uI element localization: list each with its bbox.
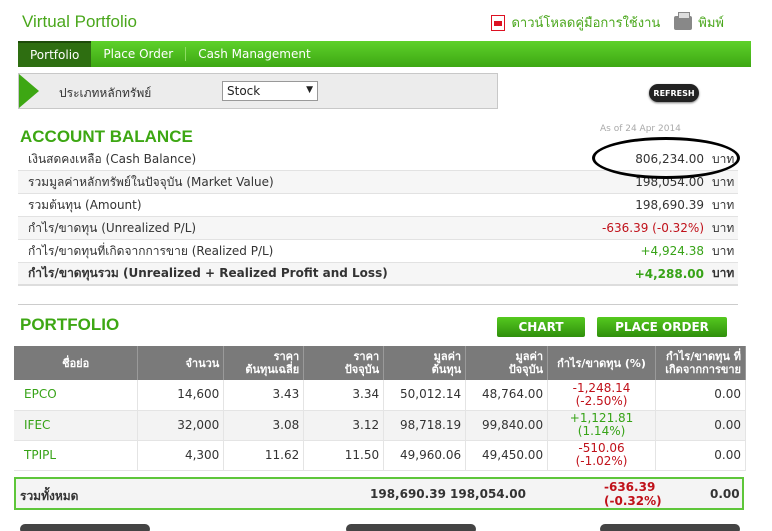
print-link[interactable]: พิมพ์	[698, 12, 724, 33]
balance-label: กำไร/ขาดทุนรวม (Unrealized + Realized Pr…	[28, 266, 388, 280]
refresh-button[interactable]: REFRESH	[649, 84, 699, 102]
balance-label: กำไร/ขาดทุนที่เกิดจากการขาย (Realized P/…	[28, 243, 274, 258]
symbol-link[interactable]: IFEC	[14, 410, 139, 441]
column-header-market-value[interactable]: มูลค่า ปัจจุบัน	[465, 346, 549, 380]
market-value-cell: 48,764.00	[465, 380, 549, 411]
balance-value: +4,288.00	[634, 266, 704, 281]
annotation-ellipse	[592, 137, 740, 179]
top-links: ดาวน์โหลดคู่มือการใช้งาน พิมพ์	[491, 11, 724, 33]
cost-value-cell: 50,012.14	[383, 380, 467, 411]
realized-cell: 0.00	[655, 380, 746, 411]
qty-cell: 14,600	[137, 380, 225, 411]
security-type-filter: ประเภทหลักทรัพย์ Stock ▼	[18, 73, 498, 109]
column-header-pl[interactable]: กำไร/ขาดทุน (%)	[547, 346, 657, 380]
balance-unit: บาท	[712, 266, 735, 280]
portfolio-total-row: รวมทั้งหมด 198,690.39 198,054.00 -636.39…	[14, 477, 744, 510]
tab-place-order[interactable]: Place Order	[91, 41, 185, 67]
total-realized: 0.00	[710, 487, 740, 501]
table-header-row: ชื่อย่อ จำนวน ราคา ต้นทุนเฉลี่ย ราคา ปัจจุ…	[14, 346, 746, 380]
security-type-value: Stock	[227, 84, 261, 98]
arrow-icon	[19, 74, 39, 108]
column-header-symbol[interactable]: ชื่อย่อ	[14, 346, 139, 380]
pdf-icon[interactable]	[491, 14, 506, 31]
balance-value: +4,924.38	[640, 244, 705, 258]
column-header-qty[interactable]: จำนวน	[137, 346, 225, 380]
column-header-realized[interactable]: กำไร/ขาดทุน ที่ เกิดจากการขาย	[655, 346, 746, 380]
pl-cell: -510.06 (-1.02%)	[547, 440, 657, 471]
top-bar: Virtual Portfolio ดาวน์โหลดคู่มือการใช้ง…	[0, 0, 772, 40]
cost-value-cell: 49,960.06	[383, 440, 467, 471]
security-type-label: ประเภทหลักทรัพย์	[59, 86, 152, 100]
balance-label: กำไร/ขาดทุน (Unrealized P/L)	[28, 220, 197, 235]
price-cell: 3.12	[303, 410, 385, 441]
market-value-cell: 99,840.00	[465, 410, 549, 441]
bottom-button-right[interactable]	[600, 524, 740, 531]
security-type-select[interactable]: Stock ▼	[222, 81, 318, 101]
qty-cell: 32,000	[137, 410, 225, 441]
bottom-button-middle[interactable]	[346, 524, 476, 531]
balance-row-amount: รวมต้นทุน (Amount) 198,690.39 บาท	[18, 194, 738, 217]
symbol-link[interactable]: EPCO	[14, 380, 139, 411]
tab-cash-management[interactable]: Cash Management	[186, 41, 322, 67]
balance-label: รวมต้นทุน (Amount)	[28, 197, 142, 212]
column-header-avg-cost[interactable]: ราคา ต้นทุนเฉลี่ย	[223, 346, 305, 380]
balance-unit: บาท	[712, 174, 735, 189]
price-cell: 11.50	[303, 440, 385, 471]
balance-value: 198,690.39	[635, 198, 704, 212]
column-header-cost-value[interactable]: มูลค่า ต้นทุน	[383, 346, 467, 380]
tab-portfolio[interactable]: Portfolio	[18, 41, 92, 67]
section-divider	[18, 304, 738, 305]
balance-label: เงินสดคงเหลือ (Cash Balance)	[28, 151, 197, 166]
pl-cell: +1,121.81 (1.14%)	[547, 410, 657, 441]
market-value-cell: 49,450.00	[465, 440, 549, 471]
chart-button[interactable]: CHART	[497, 317, 585, 337]
cost-value-cell: 98,718.19	[383, 410, 467, 441]
total-label: รวมทั้งหมด	[20, 489, 79, 503]
balance-row-realized: กำไร/ขาดทุนที่เกิดจากการขาย (Realized P/…	[18, 240, 738, 263]
total-pl: -636.39 (-0.32%)	[604, 480, 662, 508]
realized-cell: 0.00	[655, 410, 746, 441]
balance-value: -636.39 (-0.32%)	[602, 221, 704, 235]
avg-cost-cell: 3.08	[223, 410, 305, 441]
qty-cell: 4,300	[137, 440, 225, 471]
balance-unit: บาท	[712, 220, 735, 235]
balance-unit: บาท	[712, 243, 735, 258]
account-balance-title: ACCOUNT BALANCE	[20, 127, 193, 146]
table-row: EPCO 14,600 3.43 3.34 50,012.14 48,764.0…	[14, 380, 746, 411]
symbol-link[interactable]: TPIPL	[14, 440, 139, 471]
pl-cell: -1,248.14 (-2.50%)	[547, 380, 657, 411]
avg-cost-cell: 3.43	[223, 380, 305, 411]
portfolio-title: PORTFOLIO	[20, 315, 120, 334]
portfolio-table: ชื่อย่อ จำนวน ราคา ต้นทุนเฉลี่ย ราคา ปัจจุ…	[14, 346, 746, 471]
chevron-down-icon: ▼	[306, 85, 313, 95]
bottom-button-left[interactable]	[20, 524, 150, 531]
as-of-date: As of 24 Apr 2014	[600, 124, 681, 134]
price-cell: 3.34	[303, 380, 385, 411]
balance-unit: บาท	[712, 197, 735, 212]
app-title: Virtual Portfolio	[22, 12, 137, 31]
realized-cell: 0.00	[655, 440, 746, 471]
balance-row-unrealized: กำไร/ขาดทุน (Unrealized P/L) -636.39 (-0…	[18, 217, 738, 240]
main-nav: Portfolio Place Order Cash Management	[18, 41, 751, 67]
column-header-price[interactable]: ราคา ปัจจุบัน	[303, 346, 385, 380]
table-row: IFEC 32,000 3.08 3.12 98,718.19 99,840.0…	[14, 410, 746, 441]
printer-icon[interactable]	[674, 11, 693, 30]
download-manual-link[interactable]: ดาวน์โหลดคู่มือการใช้งาน	[511, 12, 660, 33]
balance-label: รวมมูลค่าหลักทรัพย์ในปัจจุบัน (Market Va…	[28, 174, 274, 189]
place-order-button[interactable]: PLACE ORDER	[597, 317, 727, 337]
total-market-value: 198,054.00	[450, 487, 526, 501]
balance-row-total-pl: กำไร/ขาดทุนรวม (Unrealized + Realized Pr…	[18, 263, 738, 286]
avg-cost-cell: 11.62	[223, 440, 305, 471]
table-row: TPIPL 4,300 11.62 11.50 49,960.06 49,450…	[14, 440, 746, 471]
total-cost-value: 198,690.39	[370, 487, 446, 501]
